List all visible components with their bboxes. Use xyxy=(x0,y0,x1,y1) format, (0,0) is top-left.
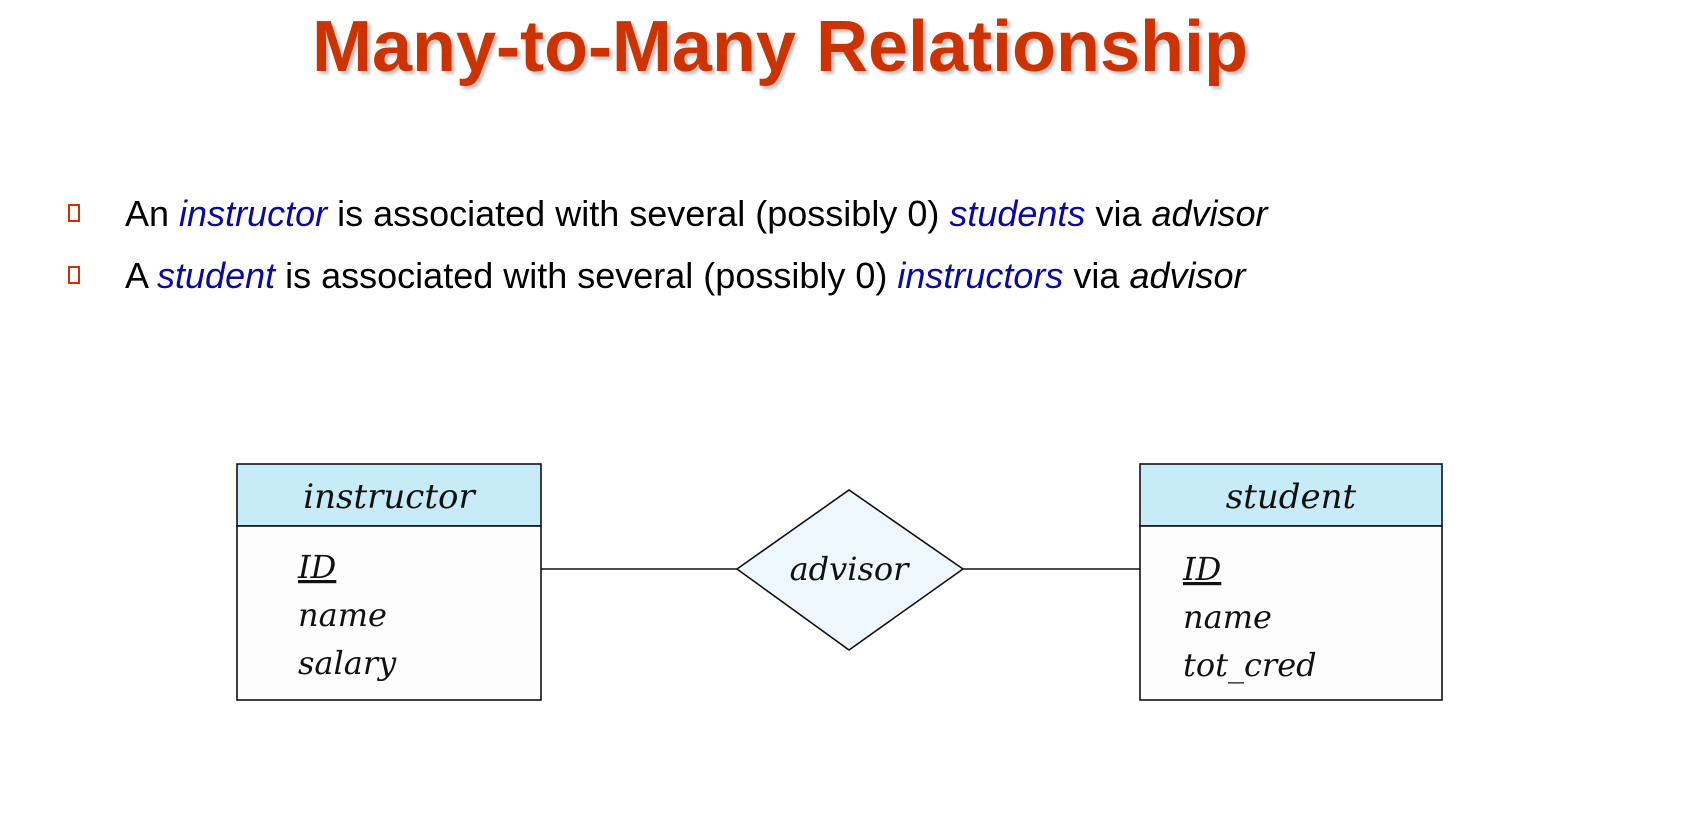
attribute: tot_cred xyxy=(1183,646,1317,684)
relationship-name: advisor xyxy=(790,550,911,588)
attribute-primary-key: ID xyxy=(297,548,336,586)
attribute: salary xyxy=(298,644,397,682)
slide: Many-to-Many Relationship An instructor … xyxy=(0,0,1691,821)
attribute: name xyxy=(298,596,387,634)
entity-student: student ID name tot_cred xyxy=(1139,463,1443,701)
er-diagram: instructor ID name salary advisor studen… xyxy=(236,463,1443,701)
attribute: name xyxy=(1183,598,1272,636)
entity-name: student xyxy=(1226,477,1357,517)
entity-instructor: instructor ID name salary xyxy=(236,463,542,701)
attribute-primary-key: ID xyxy=(1182,550,1221,588)
entity-name: instructor xyxy=(303,477,476,517)
relationship-advisor: advisor xyxy=(735,489,965,651)
